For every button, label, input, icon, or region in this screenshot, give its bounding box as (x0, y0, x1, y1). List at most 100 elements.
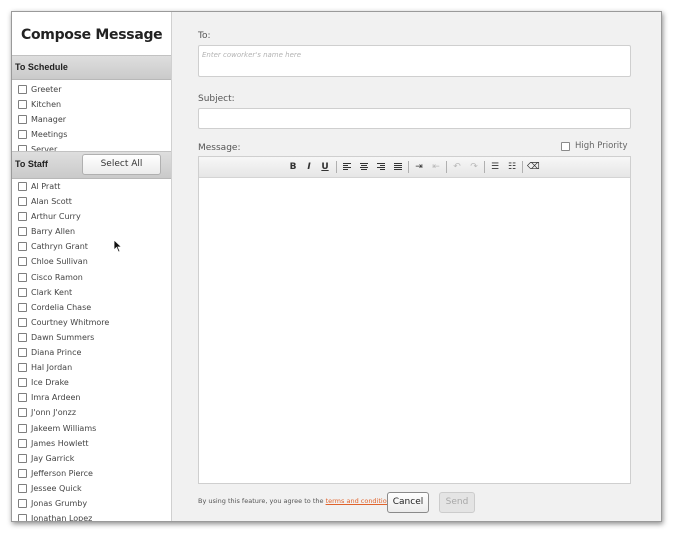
checkbox[interactable] (18, 423, 27, 433)
checkbox[interactable] (18, 302, 27, 312)
checkbox-label: Server (31, 145, 58, 151)
checkbox[interactable] (18, 257, 27, 267)
to-input[interactable]: Enter coworker's name here (198, 45, 631, 77)
select-all-button[interactable]: Select All (82, 154, 161, 175)
checkbox-list-item[interactable]: Server (12, 142, 171, 151)
checkbox-list-item[interactable]: Meetings (12, 127, 171, 142)
send-button[interactable]: Send (439, 492, 475, 513)
checkbox[interactable] (18, 227, 27, 237)
checkbox-label: Jessee Quick (31, 483, 82, 493)
checkbox[interactable] (18, 498, 27, 508)
checkbox[interactable] (18, 483, 27, 493)
checkbox[interactable] (18, 468, 27, 478)
checkbox[interactable] (18, 453, 27, 463)
compose-form: To: Enter coworker's name here Subject: … (173, 12, 661, 521)
checkbox[interactable] (18, 514, 27, 521)
checkbox[interactable] (18, 197, 27, 207)
checkbox[interactable] (18, 363, 27, 373)
checkbox-list-item[interactable]: Cathryn Grant (12, 239, 171, 254)
checkbox-list-item[interactable]: Diana Prince (12, 345, 171, 360)
checkbox[interactable] (18, 242, 27, 252)
checkbox-label: Kitchen (31, 100, 62, 110)
toolbar-divider (446, 161, 447, 173)
checkbox-list-item[interactable]: J'onn J'onzz (12, 405, 171, 420)
checkbox-list-item[interactable]: Cordelia Chase (12, 300, 171, 315)
toolbar-divider (408, 161, 409, 173)
align-right-icon[interactable] (375, 161, 387, 173)
bulleted-list-icon[interactable]: ☰ (489, 161, 501, 173)
checkbox[interactable] (18, 85, 27, 94)
checkbox-list-item[interactable]: Jessee Quick (12, 481, 171, 496)
checkbox-list-item[interactable]: Clark Kent (12, 285, 171, 300)
checkbox-list-item[interactable]: Dawn Summers (12, 330, 171, 345)
checkbox[interactable] (18, 115, 27, 125)
checkbox-label: Jay Garrick (31, 453, 75, 463)
checkbox-list-item[interactable]: Manager (12, 112, 171, 127)
checkbox-list-item[interactable]: Chloe Sullivan (12, 254, 171, 269)
checkbox-list-item[interactable]: Jonathan Lopez (12, 511, 171, 521)
checkbox-list-item[interactable]: Hal Jordan (12, 360, 171, 375)
checkbox-label: Jakeem Williams (31, 423, 97, 433)
checkbox-label: James Howlett (31, 438, 89, 448)
checkbox-list-item[interactable]: Al Pratt (12, 179, 171, 194)
checkbox[interactable] (18, 438, 27, 448)
checkbox-label: Manager (31, 115, 67, 125)
checkbox-list-item[interactable]: James Howlett (12, 436, 171, 451)
checkbox-list-item[interactable]: Courtney Whitmore (12, 315, 171, 330)
checkbox[interactable] (18, 408, 27, 418)
checkbox-label: Jonas Grumby (31, 498, 88, 508)
italic-icon[interactable]: I (303, 161, 315, 173)
checkbox[interactable] (18, 348, 27, 358)
outdent-icon[interactable]: ⇤ (430, 161, 442, 173)
checkbox-list-item[interactable]: Jefferson Pierce (12, 466, 171, 481)
schedule-section-header: To Schedule (12, 55, 171, 80)
bold-icon[interactable]: B (287, 161, 299, 173)
checkbox-list-item[interactable]: Alan Scott (12, 194, 171, 209)
checkbox-list-item[interactable]: Cisco Ramon (12, 270, 171, 285)
checkbox-label: Greeter (31, 85, 62, 94)
compose-message-window: Compose Message To Schedule Greeter Kitch… (11, 11, 662, 522)
terms-link[interactable]: terms and conditions (326, 497, 395, 505)
to-label: To: (198, 31, 211, 41)
mouse-cursor-icon (113, 239, 123, 253)
checkbox-list-item[interactable]: Jay Garrick (12, 451, 171, 466)
checkbox-list-item[interactable]: Jonas Grumby (12, 496, 171, 511)
checkbox[interactable] (18, 393, 27, 403)
checkbox-list-item[interactable]: Ice Drake (12, 375, 171, 390)
checkbox[interactable] (18, 317, 27, 327)
staff-list[interactable]: Al Pratt Alan Scott Arthur Curry Barry Alle… (12, 179, 171, 521)
checkbox[interactable] (18, 378, 27, 388)
checkbox-list-item[interactable]: Barry Allen (12, 224, 171, 239)
align-center-icon[interactable] (358, 161, 370, 173)
checkbox-list-item[interactable]: Jakeem Williams (12, 421, 171, 436)
checkbox[interactable] (18, 212, 27, 222)
checkbox-label: Hal Jordan (31, 363, 73, 373)
checkbox[interactable] (18, 272, 27, 282)
checkbox[interactable] (18, 287, 27, 297)
checkbox-list-item[interactable]: Imra Ardeen (12, 390, 171, 405)
message-editor[interactable]: B I U ⇥ ⇤ ↶ ↷ ☰ ☷ ⌫ (198, 156, 631, 484)
checkbox-label: Dawn Summers (31, 332, 95, 342)
align-left-icon[interactable] (341, 161, 353, 173)
to-placeholder: Enter coworker's name here (202, 51, 302, 59)
underline-icon[interactable]: U (319, 161, 331, 173)
checkbox-label: Clark Kent (31, 287, 73, 297)
align-justify-icon[interactable] (392, 161, 404, 173)
cancel-button[interactable]: Cancel (387, 492, 429, 513)
redo-icon[interactable]: ↷ (468, 161, 480, 173)
indent-icon[interactable]: ⇥ (413, 161, 425, 173)
high-priority-checkbox[interactable] (561, 142, 570, 151)
eraser-icon[interactable]: ⌫ (527, 161, 540, 173)
checkbox-list-item[interactable]: Kitchen (12, 97, 171, 112)
checkbox-label: Courtney Whitmore (31, 317, 110, 327)
checkbox-label: Chloe Sullivan (31, 257, 88, 267)
undo-icon[interactable]: ↶ (451, 161, 463, 173)
checkbox-list-item[interactable]: Arthur Curry (12, 209, 171, 224)
checkbox[interactable] (18, 100, 27, 110)
checkbox-list-item[interactable]: Greeter (12, 82, 171, 97)
numbered-list-icon[interactable]: ☷ (506, 161, 518, 173)
checkbox[interactable] (18, 130, 27, 140)
checkbox[interactable] (18, 182, 27, 191)
subject-input[interactable] (198, 108, 631, 129)
checkbox[interactable] (18, 332, 27, 342)
